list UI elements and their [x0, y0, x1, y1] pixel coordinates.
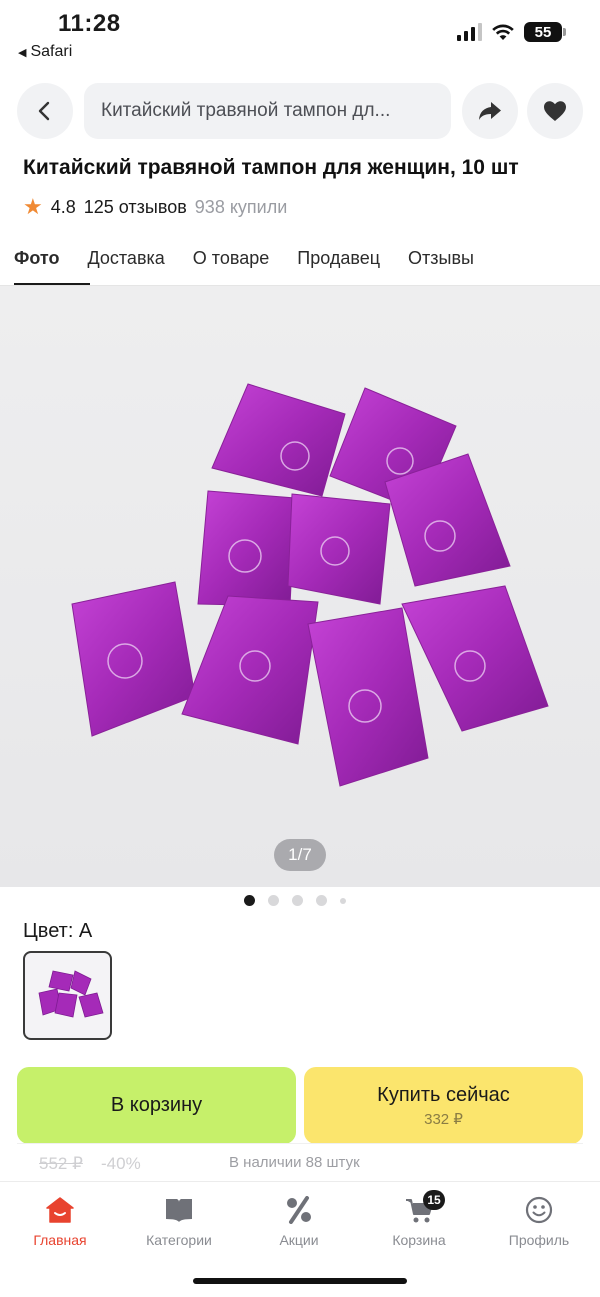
home-indicator: [193, 1278, 407, 1284]
tab-photo[interactable]: Фото: [0, 236, 91, 286]
color-swatch-a[interactable]: [23, 951, 112, 1040]
buy-now-button[interactable]: Купить сейчас 332 ₽: [304, 1067, 583, 1144]
product-title: Китайский травяной тампон для женщин, 10…: [23, 156, 519, 179]
add-to-cart-label: В корзину: [110, 1094, 203, 1116]
back-triangle-icon: ◀: [18, 46, 27, 59]
back-to-app-link[interactable]: ◀ Safari: [18, 43, 72, 61]
swatch-thumbnail: [38, 970, 104, 1018]
page-dot: [244, 895, 255, 906]
gallery-pagination-dots: [244, 895, 346, 906]
bought-count: 938 купили: [194, 196, 288, 217]
add-to-cart-button[interactable]: В корзину: [17, 1067, 296, 1144]
page-dot: [292, 895, 303, 906]
status-indicators: 55: [457, 22, 566, 42]
buy-now-price: 332 ₽: [424, 1110, 463, 1128]
rating-row[interactable]: ★ 4.8 125 отзывов 938 купили: [23, 196, 287, 218]
battery-icon: 55: [524, 22, 566, 42]
old-price: 552 ₽: [39, 1154, 83, 1173]
nav-profile[interactable]: Профиль: [479, 1196, 599, 1248]
nav-categories[interactable]: Категории: [119, 1196, 239, 1248]
product-tabs: Фото Доставка О товаре Продавец Отзывы: [0, 236, 600, 286]
percent-icon: [287, 1196, 311, 1224]
share-button[interactable]: [462, 83, 518, 139]
home-icon: [46, 1197, 74, 1223]
search-field[interactable]: Китайский травяной тампон дл...: [84, 83, 451, 139]
product-photo: [71, 383, 549, 787]
buy-now-label: Купить сейчас: [377, 1083, 510, 1106]
image-counter: 1/7: [274, 839, 326, 871]
page-dot: [268, 895, 279, 906]
star-icon: ★: [23, 194, 43, 219]
chevron-left-icon: [38, 101, 50, 121]
cart-count-badge: 15: [423, 1190, 445, 1210]
page-dot: [340, 897, 346, 904]
tab-delivery[interactable]: Доставка: [73, 236, 178, 286]
share-arrow-icon: [479, 102, 501, 120]
book-icon: [166, 1199, 192, 1222]
stock-status: В наличии 88 штук: [229, 1154, 360, 1171]
status-time: 11:28: [58, 10, 121, 37]
price-info-row: 552 ₽ -40% В наличии 88 штук: [17, 1144, 583, 1180]
nav-categories-label: Категории: [146, 1232, 212, 1248]
wifi-icon: [492, 24, 514, 40]
smile-icon: [525, 1196, 553, 1224]
tab-reviews[interactable]: Отзывы: [394, 236, 488, 286]
cellular-signal-icon: [457, 23, 482, 41]
nav-promotions-label: Акции: [279, 1232, 319, 1248]
product-image-gallery[interactable]: 1/7: [0, 286, 600, 887]
status-bar: 11:28 ◀ Safari 55: [0, 0, 600, 70]
heart-icon: [544, 101, 566, 121]
search-text: Китайский травяной тампон дл...: [101, 100, 391, 121]
nav-home[interactable]: Главная: [0, 1196, 120, 1248]
nav-home-label: Главная: [33, 1232, 87, 1248]
back-button[interactable]: [17, 83, 73, 139]
rating-value: 4.8: [50, 196, 76, 217]
page-dot: [316, 895, 327, 906]
tab-seller[interactable]: Продавец: [283, 236, 394, 286]
favorite-button[interactable]: [527, 83, 583, 139]
back-app-label: Safari: [30, 43, 73, 60]
nav-cart[interactable]: 15 Корзина: [359, 1190, 479, 1248]
reviews-count[interactable]: 125 отзывов: [84, 197, 187, 218]
nav-cart-label: Корзина: [392, 1232, 446, 1248]
discount-badge: -40%: [101, 1154, 141, 1173]
nav-profile-label: Профиль: [508, 1232, 570, 1248]
color-label: Цвет: A: [23, 920, 93, 942]
nav-promotions[interactable]: Акции: [239, 1196, 359, 1248]
tab-about[interactable]: О товаре: [179, 236, 283, 286]
